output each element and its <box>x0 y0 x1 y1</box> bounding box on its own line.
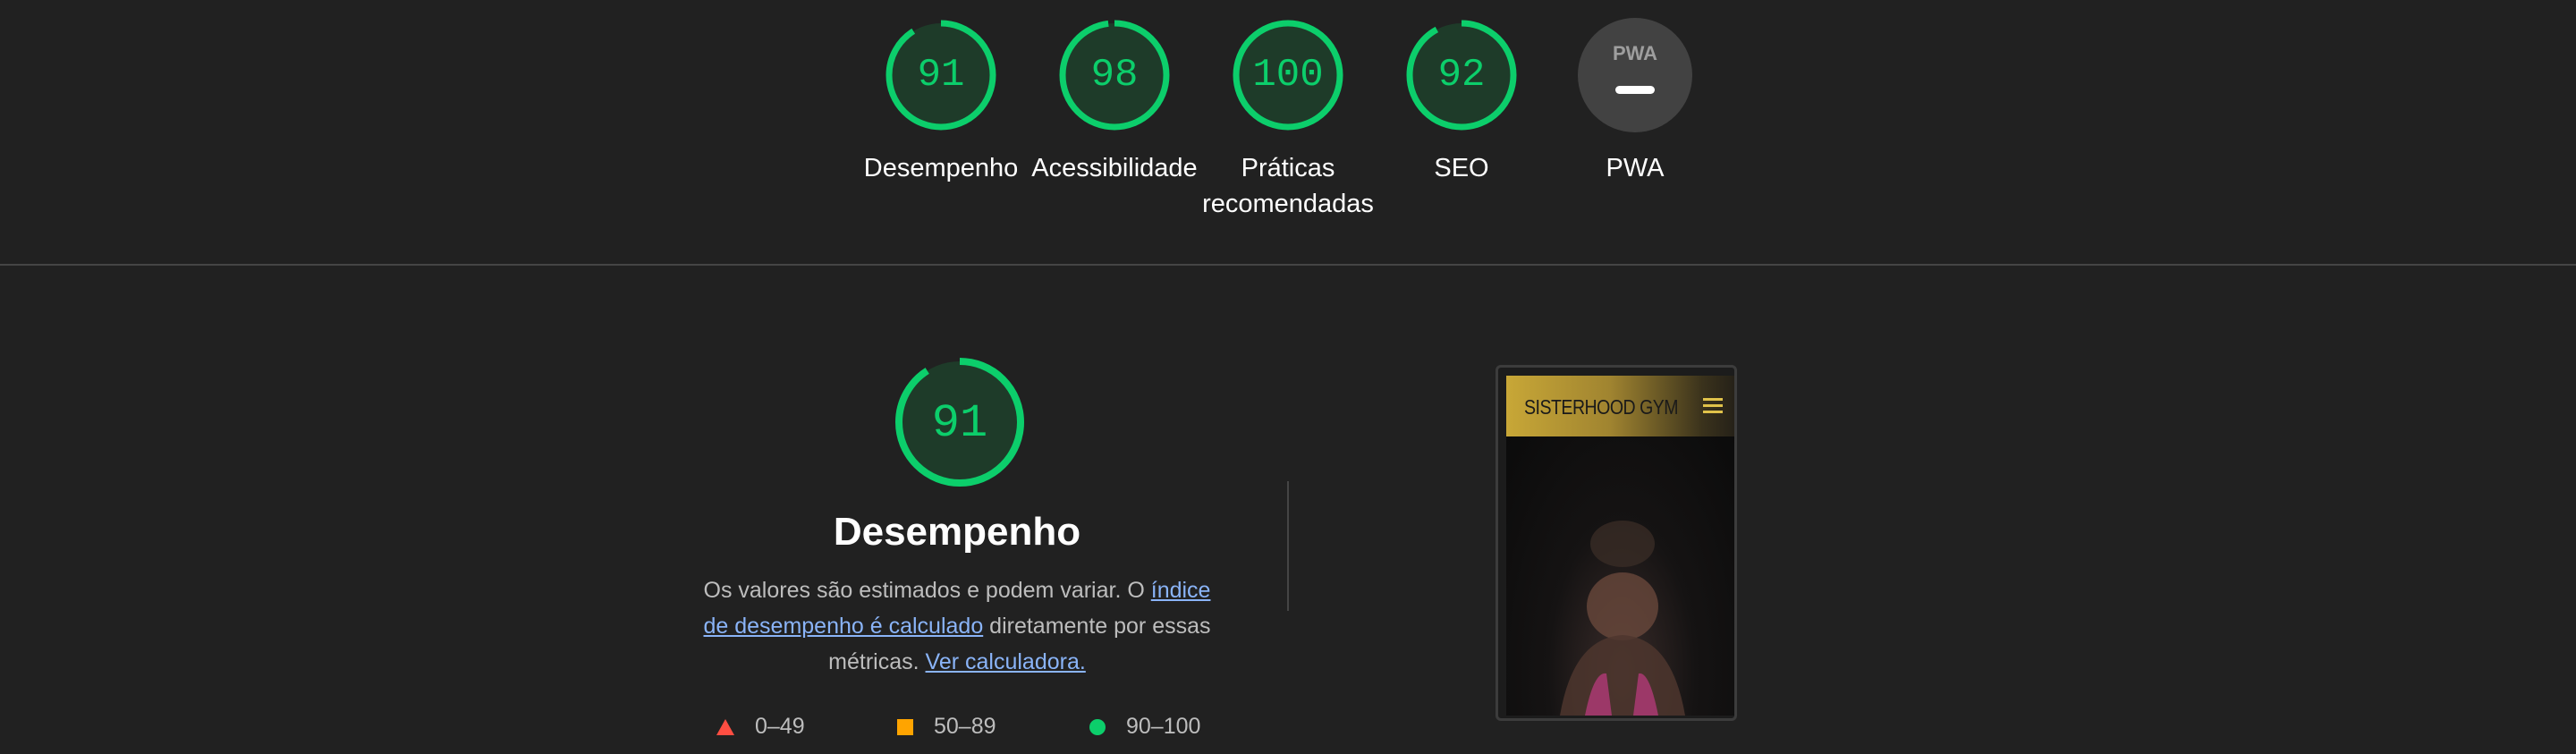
gauge-seo[interactable]: 92 SEO <box>1368 18 1555 186</box>
athlete-photo <box>1560 521 1685 716</box>
gauge-label: Acessibilidade <box>1031 154 1198 182</box>
gauge-label: Práticas recomendadas <box>1202 154 1374 218</box>
legend-item-fail: 0–49 <box>716 714 805 740</box>
legend-item-average: 50–89 <box>896 714 996 740</box>
score-ring: 91 <box>886 20 996 131</box>
score-ring: 98 <box>1059 20 1170 131</box>
score-legend: 0–49 50–89 90–100 <box>716 714 1216 750</box>
hamburger-menu-icon <box>1703 398 1723 413</box>
gauge-label: PWA <box>1606 154 1665 182</box>
gauge-pwa[interactable]: PWA PWA <box>1541 18 1729 186</box>
performance-section: 91 Desempenho Os valores são estimados e… <box>0 356 2576 754</box>
gauge-score: 98 <box>1091 53 1139 97</box>
hero-image <box>1506 436 1734 716</box>
score-ring: 92 <box>1406 20 1517 131</box>
performance-gauge: 91 <box>894 356 1026 493</box>
triangle-icon <box>716 718 734 735</box>
gauge-praticas-recomendadas[interactable]: 100 Práticas recomendadas <box>1194 18 1382 222</box>
site-title: SISTERHOOD GYM <box>1524 395 1679 419</box>
gauge-label: Desempenho <box>863 154 1019 182</box>
performance-score: 91 <box>932 397 987 450</box>
category-scores-bar: 91 Desempenho 98 Acessibilidade 100 Prát… <box>0 18 2576 259</box>
view-calculator-link[interactable]: Ver calculadora. <box>926 649 1086 674</box>
gauge-acessibilidade[interactable]: 98 Acessibilidade <box>1021 18 1208 186</box>
gauge-score: 91 <box>918 53 965 97</box>
gauge-desempenho[interactable]: 91 Desempenho <box>847 18 1035 186</box>
pwa-badge-icon: PWA <box>1578 18 1692 132</box>
site-header: SISTERHOOD GYM <box>1506 376 1734 436</box>
performance-title: Desempenho <box>833 510 1081 554</box>
vertical-divider <box>1287 481 1289 611</box>
performance-description: Os valores são estimados e podem variar.… <box>703 578 1211 674</box>
gauge-score: 92 <box>1438 53 1486 97</box>
gauge-score: 100 <box>1252 53 1323 97</box>
section-divider <box>0 264 2576 266</box>
circle-icon <box>1089 718 1106 735</box>
final-screenshot[interactable]: SISTERHOOD GYM <box>1496 365 1737 721</box>
score-ring: 100 <box>1233 20 1343 131</box>
gauge-label: SEO <box>1434 154 1489 182</box>
square-icon <box>897 718 913 735</box>
legend-item-pass: 90–100 <box>1089 714 1200 740</box>
pwa-badge-text: PWA <box>1613 42 1657 64</box>
score-ring: 91 <box>895 358 1024 487</box>
